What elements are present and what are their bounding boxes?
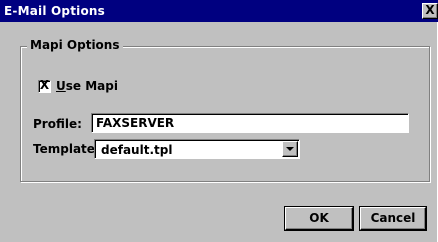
template-select[interactable]: default.tpl <box>94 139 300 159</box>
ok-button[interactable]: OK <box>285 207 353 230</box>
template-label: Template: <box>33 142 100 156</box>
use-mapi-label[interactable]: Use Mapi <box>56 79 118 93</box>
title-bar: E-Mail Options X <box>0 0 438 22</box>
use-mapi-checkbox[interactable]: X <box>38 78 51 93</box>
email-options-dialog: E-Mail Options X Mapi Options X Use Mapi… <box>0 0 438 242</box>
window-title: E-Mail Options <box>4 4 105 18</box>
template-value: default.tpl <box>101 143 173 157</box>
check-icon: X <box>39 78 50 92</box>
use-mapi-label-rest: se Mapi <box>65 79 118 93</box>
cancel-button[interactable]: Cancel <box>360 207 426 230</box>
dropdown-button[interactable] <box>282 141 298 157</box>
use-mapi-label-accel: U <box>56 79 66 93</box>
profile-input[interactable]: FAXSERVER <box>91 113 409 133</box>
profile-label: Profile: <box>33 117 82 131</box>
group-legend: Mapi Options <box>27 38 123 52</box>
close-icon[interactable]: X <box>422 3 438 19</box>
chevron-down-icon <box>286 147 294 151</box>
